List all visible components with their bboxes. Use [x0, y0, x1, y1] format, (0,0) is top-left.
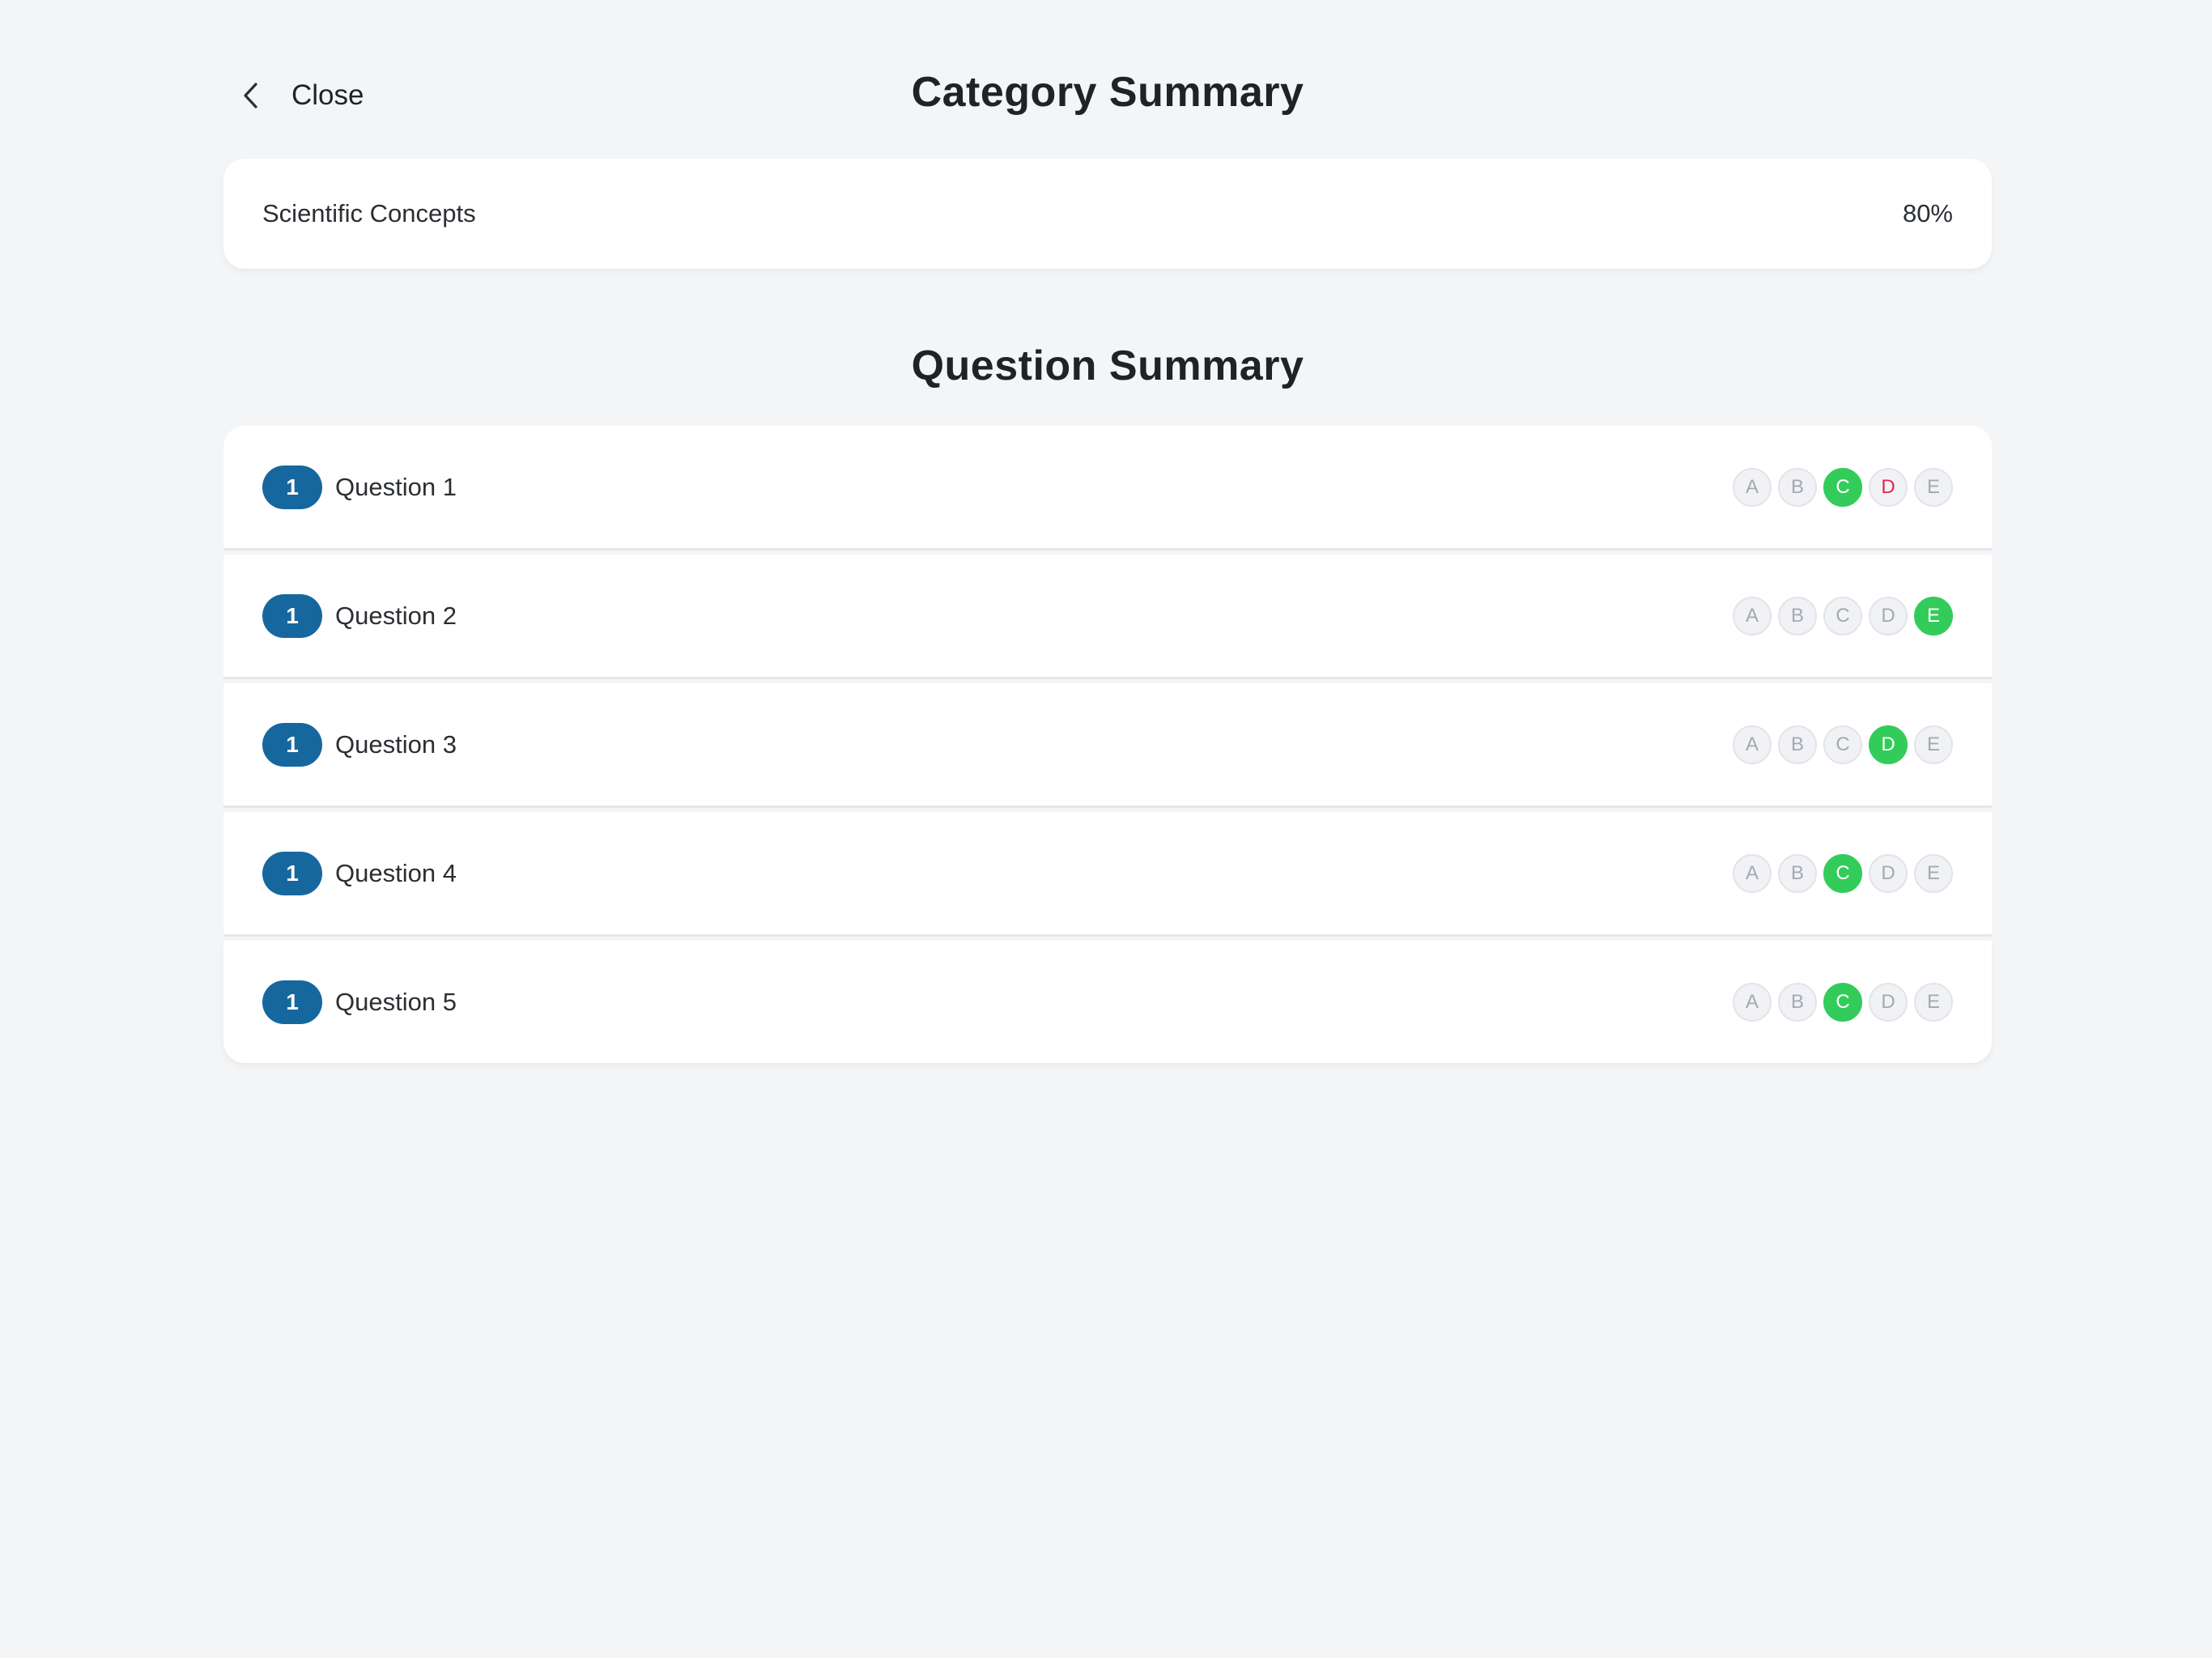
question-badge: 1 — [262, 722, 322, 767]
answer-options: ABCDE — [1733, 853, 1953, 893]
answer-option-b: B — [1778, 725, 1817, 764]
answer-option-c: C — [1823, 853, 1862, 893]
answer-option-c: C — [1823, 596, 1862, 636]
category-name: Scientific Concepts — [262, 199, 476, 227]
question-label: Question 2 — [335, 601, 457, 630]
question-info: 1 Question 2 — [262, 593, 457, 638]
answer-option-a: A — [1733, 853, 1772, 893]
answer-options: ABCDE — [1733, 725, 1953, 764]
page-title: Category Summary — [911, 69, 1304, 116]
category-card[interactable]: Scientific Concepts 80% — [223, 159, 1992, 269]
answer-option-a: A — [1733, 467, 1772, 507]
answer-option-b: B — [1778, 982, 1817, 1022]
answer-option-d: D — [1869, 853, 1908, 893]
question-info: 1 Question 5 — [262, 980, 457, 1024]
answer-option-a: A — [1733, 982, 1772, 1022]
question-row[interactable]: 1 Question 3 ABCDE — [223, 683, 1992, 806]
answer-option-e: E — [1914, 467, 1953, 507]
answer-option-b: B — [1778, 596, 1817, 636]
answer-option-a: A — [1733, 596, 1772, 636]
question-label: Question 4 — [335, 858, 457, 887]
question-list: 1 Question 1 A B C D E 1 Question 2 A B C D E 1 Questio… — [223, 426, 1992, 1063]
category-score: 80% — [1902, 199, 1953, 227]
answer-option-e: E — [1914, 982, 1953, 1022]
answer-option-c: C — [1823, 467, 1862, 507]
question-row[interactable]: 1 Question 1 ABCDE — [223, 426, 1992, 548]
question-label: Question 3 — [335, 729, 457, 759]
answer-options: ABCDE — [1733, 596, 1953, 636]
answer-option-e: E — [1914, 725, 1953, 764]
answer-option-d: D — [1869, 596, 1908, 636]
answer-option-d: D — [1869, 725, 1908, 764]
answer-option-a: A — [1733, 725, 1772, 764]
answer-option-e: E — [1914, 853, 1953, 893]
answer-option-b: B — [1778, 467, 1817, 507]
question-badge: 1 — [262, 851, 322, 895]
answer-options: ABCDE — [1733, 467, 1953, 507]
answer-option-c: C — [1823, 982, 1862, 1022]
question-row[interactable]: 1 Question 4 ABCDE — [223, 812, 1992, 934]
answer-option-d: D — [1869, 982, 1908, 1022]
answer-option-b: B — [1778, 853, 1817, 893]
question-label: Question 1 — [335, 472, 457, 501]
question-row[interactable]: 1 Question 2 ABCDE — [223, 555, 1992, 677]
question-label: Question 5 — [335, 987, 457, 1016]
header: Close Category Summary — [223, 63, 1992, 128]
answer-option-d: D — [1869, 467, 1908, 507]
question-info: 1 Question 1 — [262, 465, 457, 509]
question-row[interactable]: 1 Question 5 ABCDE — [223, 941, 1992, 1063]
question-summary-title: Question Summary — [911, 342, 1304, 389]
answer-option-e: E — [1914, 596, 1953, 636]
answer-option-c: C — [1823, 725, 1862, 764]
question-info: 1 Question 3 — [262, 722, 457, 767]
question-info: 1 Question 4 — [262, 851, 457, 895]
page: Close Category Summary Scientific Concep… — [0, 0, 2212, 1658]
question-badge: 1 — [262, 465, 322, 509]
question-badge: 1 — [262, 593, 322, 638]
answer-options: ABCDE — [1733, 982, 1953, 1022]
question-badge: 1 — [262, 980, 322, 1024]
